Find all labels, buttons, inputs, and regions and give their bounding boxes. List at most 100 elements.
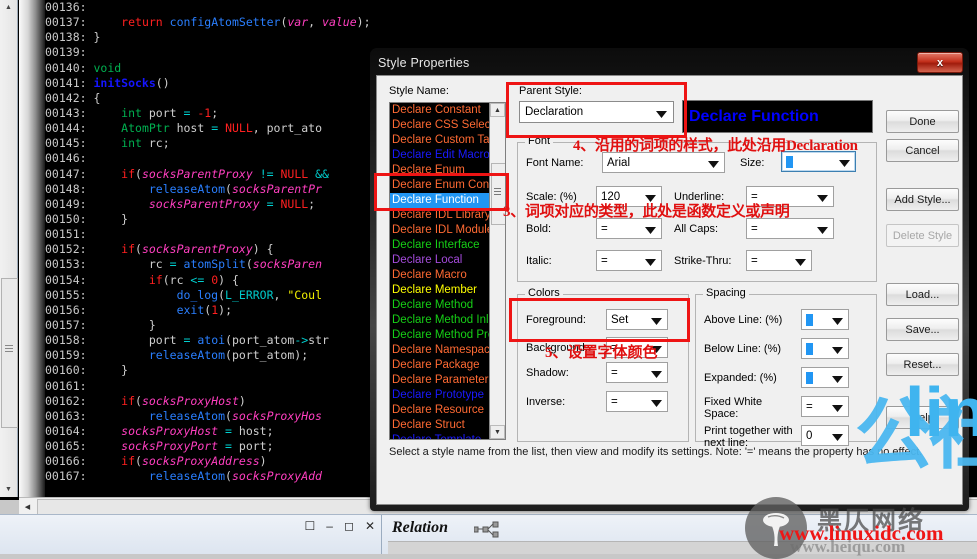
foreground-value: Set: [611, 313, 629, 326]
scale-combobox[interactable]: 120: [596, 186, 662, 207]
code-token: str: [308, 333, 329, 348]
style-list-item[interactable]: Declare Parameter: [390, 373, 490, 388]
load-button[interactable]: Load...: [886, 283, 959, 306]
font-group: Font Font Name: Arial Size: Scale: (%) 1…: [517, 135, 877, 282]
style-list-item[interactable]: Declare CSS Selecto: [390, 118, 490, 133]
expanded-combobox[interactable]: [801, 367, 849, 388]
chevron-down-icon[interactable]: [832, 374, 843, 386]
code-line-number: 00167:: [45, 469, 94, 484]
chevron-down-icon[interactable]: [651, 316, 662, 328]
style-list-item[interactable]: Declare IDL Module: [390, 223, 490, 238]
maximize-window-icon[interactable]: ◻: [344, 520, 354, 532]
style-list-item[interactable]: Declare Enum Const: [390, 178, 490, 193]
close-window-icon[interactable]: ✕: [365, 520, 375, 532]
chevron-down-icon[interactable]: [839, 158, 850, 170]
style-list-item[interactable]: Declare Constant: [390, 103, 490, 118]
chevron-down-icon[interactable]: [651, 398, 662, 410]
style-list-item[interactable]: Declare Interface: [390, 238, 490, 253]
code-line-number: 00141:: [45, 75, 94, 90]
style-list-item[interactable]: Declare Function: [390, 193, 490, 208]
shadow-label: Shadow:: [526, 367, 569, 379]
code-token: int: [121, 136, 142, 151]
code-token: port_atom: [232, 333, 295, 348]
style-list-item[interactable]: Declare Template: [390, 433, 490, 439]
done-button[interactable]: Done: [886, 110, 959, 133]
below-line-combobox[interactable]: [801, 338, 849, 359]
chevron-down-icon[interactable]: [832, 432, 843, 444]
print-together-combobox[interactable]: 0: [801, 425, 849, 446]
style-list-item[interactable]: Declare Method Inlin: [390, 313, 490, 328]
strike-thru-combobox[interactable]: =: [746, 250, 812, 271]
style-list-item[interactable]: Declare IDL Library: [390, 208, 490, 223]
style-name-label: Style Name:: [389, 85, 449, 97]
above-line-combobox[interactable]: [801, 309, 849, 330]
editor-vertical-scrollbar[interactable]: ▲ ▼: [0, 0, 18, 497]
style-list-item[interactable]: Declare Struct: [390, 418, 490, 433]
chevron-down-icon[interactable]: [708, 159, 719, 171]
inverse-combobox[interactable]: =: [606, 391, 668, 412]
delete-style-button[interactable]: Delete Style: [886, 224, 959, 247]
chevron-down-icon[interactable]: [651, 344, 662, 356]
all-caps-value: =: [751, 222, 758, 235]
chevron-down-icon[interactable]: [832, 403, 843, 415]
chevron-down-icon[interactable]: [645, 225, 656, 237]
scroll-up-arrow-icon[interactable]: ▲: [0, 0, 17, 15]
minimize-window-icon[interactable]: –: [326, 520, 333, 532]
chevron-down-icon[interactable]: [645, 257, 656, 269]
bold-combobox[interactable]: =: [596, 218, 662, 239]
style-list-item[interactable]: Declare Member: [390, 283, 490, 298]
style-list-item[interactable]: Declare Prototype: [390, 388, 490, 403]
style-list-scroll-down-icon[interactable]: ▼: [490, 425, 505, 439]
style-list-item[interactable]: Declare Local: [390, 253, 490, 268]
style-list-item[interactable]: Declare Custom Tag: [390, 133, 490, 148]
cancel-button[interactable]: Cancel: [886, 139, 959, 162]
code-token: host: [169, 121, 212, 136]
chevron-down-icon[interactable]: [651, 369, 662, 381]
style-list-item[interactable]: Declare Macro: [390, 268, 490, 283]
style-list-item[interactable]: Declare Namespace: [390, 343, 490, 358]
fixed-white-space-combobox[interactable]: =: [801, 396, 849, 417]
scroll-down-arrow-icon[interactable]: ▼: [0, 482, 17, 497]
add-style-button[interactable]: Add Style...: [886, 188, 959, 211]
style-list-scroll-up-icon[interactable]: ▲: [490, 103, 505, 117]
code-token: }: [93, 363, 129, 378]
relation-title: Relation: [392, 519, 449, 536]
chevron-down-icon[interactable]: [645, 193, 656, 205]
chevron-down-icon[interactable]: [832, 345, 843, 357]
background-combobox[interactable]: =: [606, 337, 668, 358]
foreground-combobox[interactable]: Set: [606, 309, 668, 330]
save-button[interactable]: Save...: [886, 318, 959, 341]
chevron-down-icon[interactable]: [832, 316, 843, 328]
chevron-down-icon[interactable]: [817, 225, 828, 237]
code-token: host;: [231, 423, 274, 438]
style-list-item[interactable]: Declare Edit Macro: [390, 148, 490, 163]
style-list-scrollbar[interactable]: ▲ ▼: [489, 103, 505, 439]
chevron-down-icon[interactable]: [795, 257, 806, 269]
parent-style-combobox[interactable]: Declaration: [519, 101, 674, 123]
style-list-item[interactable]: Declare Enum: [390, 163, 490, 178]
shadow-combobox[interactable]: =: [606, 362, 668, 383]
style-name-listbox[interactable]: Declare Constant Declare CSS Selecto Decla…: [389, 102, 506, 440]
restore-window-icon[interactable]: ☐: [305, 520, 316, 532]
font-size-combobox[interactable]: [781, 151, 856, 172]
font-name-value: Arial: [607, 156, 631, 169]
hscroll-left-arrow-icon[interactable]: ◀: [19, 499, 36, 514]
code-token: NULL: [225, 121, 253, 136]
italic-combobox[interactable]: =: [596, 250, 662, 271]
style-list-item[interactable]: Declare Package: [390, 358, 490, 373]
all-caps-combobox[interactable]: =: [746, 218, 834, 239]
chevron-down-icon[interactable]: [817, 193, 828, 205]
code-token: );: [356, 15, 371, 30]
style-list-item[interactable]: Declare Resource: [390, 403, 490, 418]
chevron-down-icon[interactable]: [656, 109, 667, 121]
editor-scroll-thumb[interactable]: [1, 278, 18, 428]
dialog-close-button[interactable]: x: [917, 52, 963, 73]
underline-combobox[interactable]: =: [746, 186, 834, 207]
font-name-combobox[interactable]: Arial: [602, 152, 725, 173]
style-list-item[interactable]: Declare Method: [390, 298, 490, 313]
style-list-item[interactable]: Declare Method Prot: [390, 328, 490, 343]
style-list-items: Declare Constant Declare CSS Selecto Decla…: [390, 103, 490, 439]
